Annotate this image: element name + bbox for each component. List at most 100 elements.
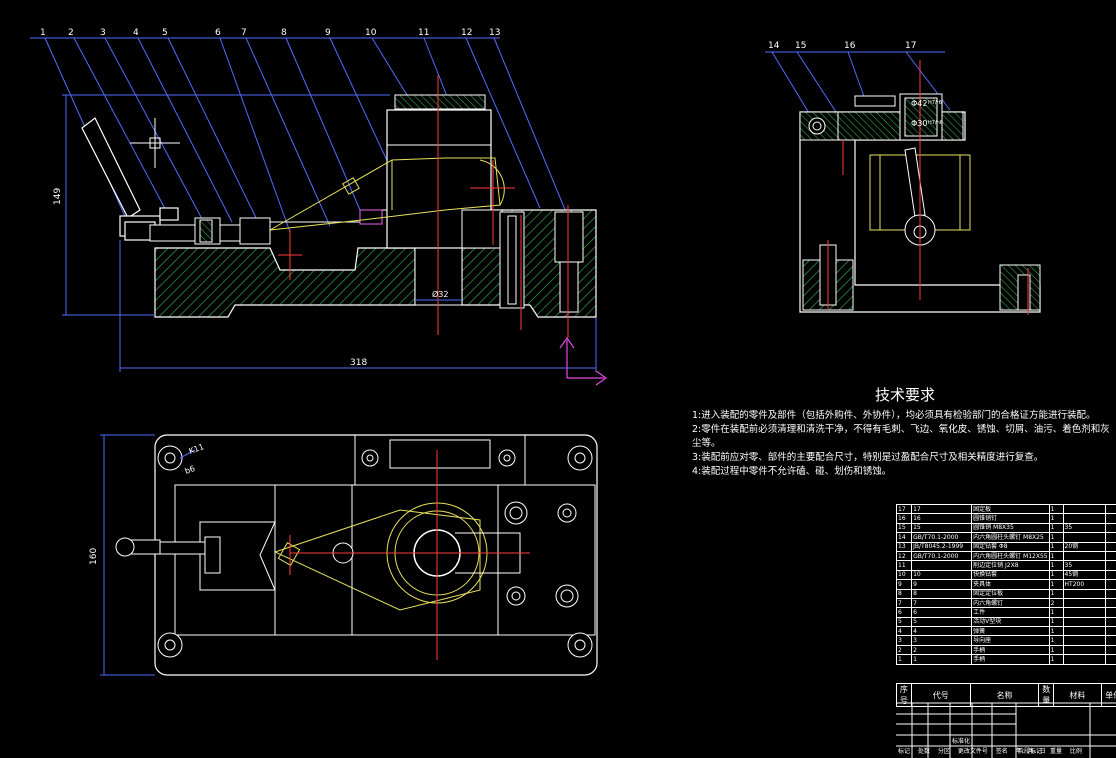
bom-cell: 11 [895,560,913,571]
bom-cell [1062,644,1107,656]
bom-cell: 1 [895,654,913,665]
bom-cell: 1 [1048,616,1064,628]
tech-requirement-2: 2:零件在装配前必须清理和清洗干净，不得有毛刺、飞边、氧化皮、锈蚀、切屑、油污、… [692,424,1110,449]
balloon-10: 10 [365,28,377,38]
bom-cell [1105,626,1116,637]
fit-phi30: Φ30 [911,119,927,128]
bom-cell [1105,616,1116,628]
bom-cell: 7 [911,597,973,609]
bom-cell [1105,607,1116,618]
bom-cell: 弹簧 [971,626,1050,637]
tb-change-doc: 更改文件号 [957,748,988,755]
tech-requirements-list: 1:进入装配的零件及部件（包括外购件、外协件），均必须具有检验部门的合格证方能进… [692,409,1112,479]
bom-cell: 15 [895,522,913,534]
bom-cell: 1 [1048,513,1064,524]
bom-cell: 5 [911,616,973,628]
svg-text:H7/n6: H7/n6 [928,120,943,126]
bom-header-name: 名称 [969,683,1040,707]
bom-cell: 圆锥销钉 [971,513,1050,524]
bom-cell [1105,579,1116,590]
tb-mark: 标记 [898,748,911,755]
bom-cell: 5 [895,616,913,628]
bom-cell [1105,550,1116,562]
bom-row: 10 10 快换钻套 1 45钢 [895,569,1116,581]
bom-cell: 17 [895,503,913,515]
bom-row: 15 15 圆锥销 M8X35 1 35 [895,522,1116,534]
bom-cell: 7 [895,597,913,609]
bom-cell: 1 [1048,588,1064,599]
balloon-9: 9 [325,28,331,38]
bom-cell: 手柄 [971,654,1050,665]
bom-cell: 内六角圆柱头螺钉 M8X25 [971,532,1050,543]
tb-sign: 签名 [995,748,1008,755]
bom-cell: 6 [895,607,913,618]
balloon-16: 16 [844,41,856,51]
bom-cell [1062,597,1107,609]
bom-cell: 内六角圆柱头螺钉 M12X55 [971,550,1050,562]
bom-cell: 12 [895,550,913,562]
bom-cell: 1 [1048,503,1064,515]
bom-cell: 15 [911,522,973,534]
bom-cell: 1 [1048,522,1064,534]
bom-cell [1105,522,1116,534]
balloon-1: 1 [40,28,46,38]
bom-cell: 1 [1048,579,1064,590]
dim-width-318: 318 [350,358,367,368]
bom-cell: 10 [895,569,913,581]
tb-weight: 重量 [1049,748,1062,755]
bom-cell [1062,513,1107,524]
bom-cell [1062,654,1107,665]
bom-cell: 1 [1048,550,1064,562]
bom-cell: 1 [1048,532,1064,543]
slide-shaft [149,217,271,245]
bom-cell: 1 [1048,626,1064,637]
bom-cell [1105,560,1116,571]
bom-cell [1062,532,1107,543]
bom-cell: 手柄 [971,644,1050,656]
bom-cell: 快换钻套 [971,569,1050,581]
tech-requirement-4: 4:装配过程中零件不允许磕、碰、划伤和锈蚀。 [692,466,892,477]
bom-cell [1105,532,1116,543]
bom-cell [1062,550,1107,562]
bom-cell: 1 [1048,635,1064,646]
bom-row: 6 6 工件 1 [895,607,1116,618]
bom-cell: 3 [895,635,913,646]
bill-of-materials: 17 17 固定板 1 16 16 圆锥销钉 1 15 15 圆锥销 M8X35 1 35 14 GB/T7… [895,503,1116,665]
bom-cell: 16 [895,513,913,524]
bom-cell: 20钢 [1062,541,1107,552]
bom-row: 5 5 活动V型块 1 [895,616,1116,628]
bom-cell: 13 [895,541,913,552]
bom-cell: 9 [911,579,973,590]
tech-requirements-title: 技术要求 [874,386,935,404]
bom-cell: HT200 [1062,579,1107,590]
balloon-12: 12 [461,28,472,38]
bom-cell: GB/T70.1-2000 [911,532,973,543]
bom-row: 8 8 固定定位板 1 [895,588,1116,599]
bom-cell: 3 [911,635,973,646]
bom-cell: 活动V型块 [971,616,1050,628]
bom-cell [1105,513,1116,524]
bom-cell: 导向座 [971,635,1050,646]
balloon-6: 6 [215,28,221,38]
balloon-13: 13 [489,28,500,38]
bom-cell: 1 [1048,541,1064,552]
balloon-4: 4 [133,28,139,38]
bom-cell [1105,597,1116,609]
bom-cell [1105,503,1116,515]
balloon-11: 11 [418,28,429,38]
bom-cell [1062,616,1107,628]
bom-cell: 内六角螺钉 [971,597,1050,609]
bom-cell [1062,503,1107,515]
bom-cell [1105,541,1116,552]
fit-phi42: Φ42 [911,99,927,108]
bom-cell [911,560,973,571]
balloon-15: 15 [795,41,806,51]
ucs-icon [559,336,608,386]
bom-row: 9 9 夹具体 1 HT200 [895,579,1116,590]
balloon-14: 14 [768,41,780,51]
dim-height-149: 149 [53,188,63,205]
bom-cell: 固定定位板 [971,588,1050,599]
bom-cell: 1 [1048,644,1064,656]
top-view: 160 K11 b6 [89,434,598,676]
tb-stage: 阶段标记 [1018,748,1043,755]
